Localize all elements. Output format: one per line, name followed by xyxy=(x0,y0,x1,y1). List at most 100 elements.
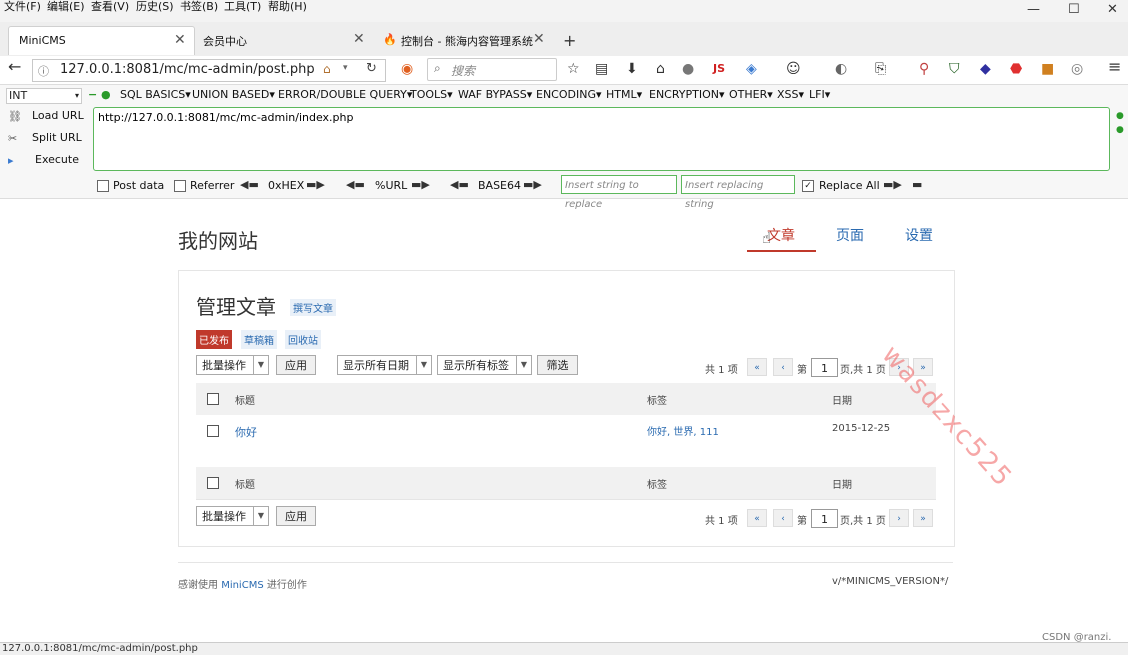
nav-pages[interactable]: 页面 xyxy=(836,225,864,245)
settings-addon-icon[interactable]: ◎ xyxy=(1071,61,1083,77)
menu-union-based[interactable]: UNION BASED▾ xyxy=(192,88,275,101)
write-post-button[interactable]: 撰写文章 xyxy=(290,299,336,316)
tab-console[interactable]: 🔥 控制台 - 熊海内容管理系统 ✕ xyxy=(373,26,553,54)
row-checkbox[interactable] xyxy=(207,425,219,437)
palette-icon[interactable]: ☺ xyxy=(786,61,801,77)
replace-all-checkbox[interactable]: ✓ xyxy=(802,180,814,192)
menu-view[interactable]: 查看(V) xyxy=(91,0,129,14)
menu-encoding[interactable]: ENCODING▾ xyxy=(536,88,602,101)
menu-edit[interactable]: 编辑(E) xyxy=(47,0,85,14)
proxy-icon[interactable]: ◐ xyxy=(835,61,847,77)
post-tags[interactable]: 你好, 世界, 111 xyxy=(647,423,719,438)
hackbar-type-select[interactable]: INT ▾ xyxy=(6,88,82,104)
hex-encode-arrow-icon[interactable]: ▬▶ xyxy=(306,178,325,191)
bookmark-addon-icon[interactable]: ■ xyxy=(1041,61,1054,77)
menu-tools[interactable]: 工具(T) xyxy=(224,0,261,14)
tag-filter-select[interactable]: 显示所有标签 ▼ xyxy=(437,355,532,375)
expand-plus-icon[interactable]: ● xyxy=(1116,111,1124,121)
menu-help[interactable]: 帮助(H) xyxy=(268,0,307,14)
hackbar-url-textarea[interactable]: http://127.0.0.1:8081/mc/mc-admin/index.… xyxy=(93,107,1110,171)
page-number-input[interactable]: 1 xyxy=(811,358,838,377)
hex-decode-arrow-icon[interactable]: ◀▬ xyxy=(240,178,259,191)
minimize-button[interactable]: — xyxy=(1027,2,1040,18)
download-icon[interactable]: ⬇ xyxy=(626,61,638,77)
menu-lfi[interactable]: LFI▾ xyxy=(809,88,830,101)
load-url-button[interactable]: Load URL xyxy=(32,109,84,122)
filter-trash[interactable]: 回收站 xyxy=(285,330,321,349)
close-icon[interactable]: ✕ xyxy=(533,31,545,47)
prev-page-button[interactable]: ‹ xyxy=(773,358,793,376)
zoom-icon[interactable]: ⚲ xyxy=(919,61,929,77)
maximize-button[interactable]: ☐ xyxy=(1068,2,1080,18)
apply-button-bottom[interactable]: 应用 xyxy=(276,506,316,526)
url-encode-arrow-icon[interactable]: ▬▶ xyxy=(411,178,430,191)
split-url-button[interactable]: Split URL xyxy=(32,131,82,144)
post-title-link[interactable]: 你好 xyxy=(235,424,257,440)
menu-error-double-query[interactable]: ERROR/DOUBLE QUERY▾ xyxy=(278,88,412,101)
extension-icon[interactable]: ◈ xyxy=(746,61,757,77)
menu-bookmarks[interactable]: 书签(B) xyxy=(180,0,218,14)
menu-html[interactable]: HTML▾ xyxy=(606,88,642,101)
bulk-action-select-bottom[interactable]: 批量操作 ▼ xyxy=(196,506,269,526)
filter-drafts[interactable]: 草稿箱 xyxy=(241,330,277,349)
replace-with-input[interactable]: Insert replacing string xyxy=(681,175,795,210)
hackbar-minus-plus[interactable]: − ● xyxy=(88,88,111,101)
hamburger-menu-icon[interactable]: ≡ xyxy=(1108,59,1121,75)
apply-button[interactable]: 应用 xyxy=(276,355,316,375)
execute-button[interactable]: Execute xyxy=(35,153,79,166)
menu-xss[interactable]: XSS▾ xyxy=(777,88,804,101)
select-all-checkbox[interactable] xyxy=(207,393,219,405)
url-bar[interactable]: ⓘ 127.0.0.1:8081/mc/mc-admin/post.php ⌂ … xyxy=(32,59,386,82)
globe-icon[interactable]: ● xyxy=(682,61,694,77)
next-page-button-bottom[interactable]: › xyxy=(889,509,909,527)
reload-icon[interactable]: ↻ xyxy=(366,61,377,76)
select-all-checkbox-bottom[interactable] xyxy=(207,477,219,489)
minicms-link[interactable]: MiniCMS xyxy=(221,580,263,591)
first-page-button-bottom[interactable]: « xyxy=(747,509,767,527)
tab-minicms[interactable]: MiniCMS ✕ xyxy=(8,26,195,55)
filter-button[interactable]: 筛选 xyxy=(537,355,578,375)
base64-decode-arrow-icon[interactable]: ◀▬ xyxy=(450,178,469,191)
nav-articles[interactable]: 文章 xyxy=(767,225,795,245)
shield-icon[interactable]: ⛉ xyxy=(949,61,960,77)
chevron-down-icon[interactable]: ▾ xyxy=(343,63,348,73)
url-decode-arrow-icon[interactable]: ◀▬ xyxy=(346,178,365,191)
tab-member-center[interactable]: 会员中心 ✕ xyxy=(193,26,373,54)
gem-icon[interactable]: ◆ xyxy=(980,61,991,77)
expand-minus-icon[interactable]: ● xyxy=(1116,125,1124,135)
menu-sql-basics[interactable]: SQL BASICS▾ xyxy=(120,88,191,101)
site-title[interactable]: 我的网站 xyxy=(178,225,258,254)
replace-reverse-arrow-icon[interactable]: ▬ xyxy=(912,178,922,191)
home-button-icon[interactable]: ⌂ xyxy=(656,61,665,77)
star-icon[interactable]: ☆ xyxy=(567,61,580,77)
screenshot-icon[interactable]: ⎘ xyxy=(875,61,886,77)
menu-other[interactable]: OTHER▾ xyxy=(729,88,773,101)
menu-file[interactable]: 文件(F) xyxy=(4,0,41,14)
close-window-button[interactable]: ✕ xyxy=(1107,2,1118,18)
replace-find-input[interactable]: Insert string to replace xyxy=(561,175,677,210)
nav-settings[interactable]: 设置 xyxy=(905,225,933,245)
info-icon[interactable]: ⓘ xyxy=(38,63,49,79)
last-page-button-bottom[interactable]: » xyxy=(913,509,933,527)
close-icon[interactable]: ✕ xyxy=(353,31,365,47)
filter-published[interactable]: 已发布 xyxy=(196,330,232,349)
prev-page-button-bottom[interactable]: ‹ xyxy=(773,509,793,527)
first-page-button[interactable]: « xyxy=(747,358,767,376)
back-arrow-icon[interactable]: ← xyxy=(8,59,21,75)
date-filter-select[interactable]: 显示所有日期 ▼ xyxy=(337,355,432,375)
home-icon[interactable]: ⌂ xyxy=(323,62,331,76)
referrer-checkbox[interactable] xyxy=(174,180,186,192)
replace-arrow-icon[interactable]: ▬▶ xyxy=(883,178,902,191)
reading-list-icon[interactable]: ▤ xyxy=(595,61,608,77)
base64-encode-arrow-icon[interactable]: ▬▶ xyxy=(523,178,542,191)
menu-encryption[interactable]: ENCRYPTION▾ xyxy=(649,88,725,101)
post-data-checkbox[interactable] xyxy=(97,180,109,192)
close-icon[interactable]: ✕ xyxy=(174,32,186,48)
menu-history[interactable]: 历史(S) xyxy=(136,0,174,14)
menu-tools-hack[interactable]: TOOLS▾ xyxy=(410,88,453,101)
addon-icon[interactable]: ◉ xyxy=(401,61,413,77)
js-toggle[interactable]: JS xyxy=(713,61,725,77)
new-tab-plus-icon[interactable]: + xyxy=(563,31,576,50)
adblock-icon[interactable]: ⬣ xyxy=(1010,61,1022,77)
bulk-action-select[interactable]: 批量操作 ▼ xyxy=(196,355,269,375)
